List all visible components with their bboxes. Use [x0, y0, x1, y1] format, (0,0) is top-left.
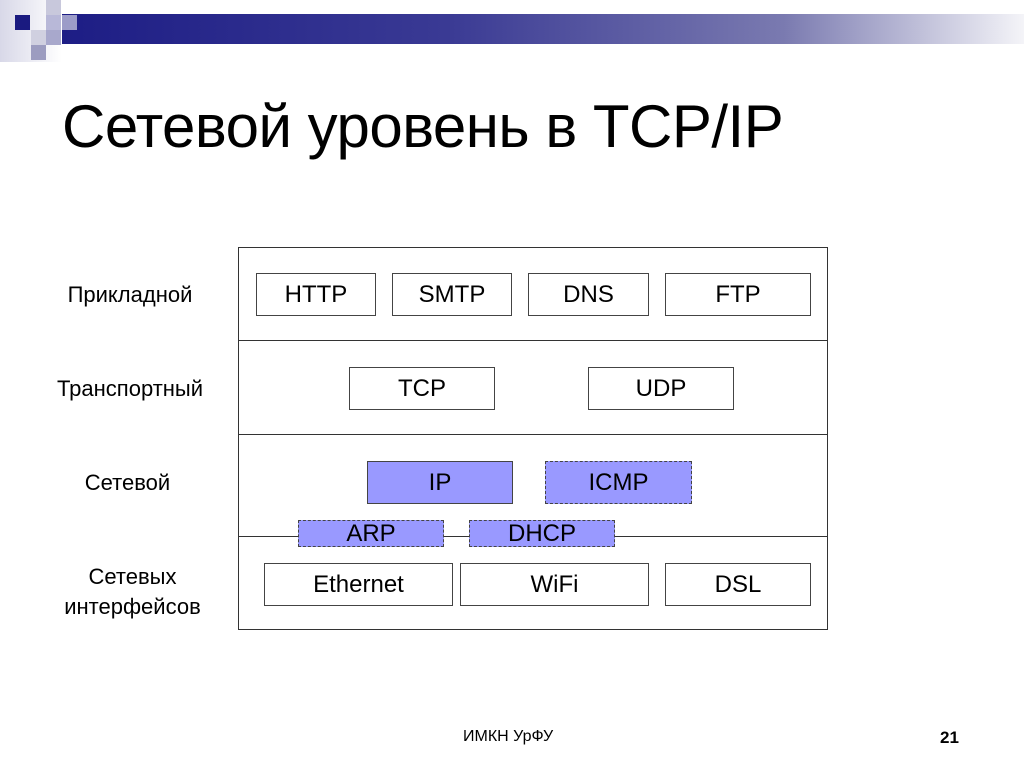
protocol-icmp: ICMP: [545, 461, 692, 504]
header-square: [46, 0, 61, 15]
protocol-ftp: FTP: [665, 273, 811, 316]
header-square: [62, 15, 77, 30]
footer-org: ИМКН УрФУ: [463, 728, 554, 745]
header-square: [31, 45, 46, 60]
layer-label-network: Сетевой: [84, 470, 171, 495]
header-bar: [62, 14, 1024, 44]
layer-label-link: Сетевых интерфейсов: [40, 562, 225, 622]
layer-divider: [238, 434, 828, 435]
protocol-udp: UDP: [588, 367, 734, 410]
protocol-ip: IP: [367, 461, 513, 504]
page-number: 21: [940, 728, 959, 747]
protocol-tcp: TCP: [349, 367, 495, 410]
layer-divider: [238, 340, 828, 341]
protocol-ethernet: Ethernet: [264, 563, 453, 606]
protocol-smtp: SMTP: [392, 273, 512, 316]
header-square: [46, 30, 61, 45]
layer-label-link-line1: Сетевых: [88, 564, 177, 589]
slide-title: Сетевой уровень в TCP/IP: [62, 93, 784, 160]
header-square: [15, 15, 30, 30]
protocol-dsl: DSL: [665, 563, 811, 606]
protocol-http: HTTP: [256, 273, 376, 316]
protocol-dhcp: DHCP: [469, 520, 615, 547]
header-square: [46, 15, 61, 30]
protocol-dns: DNS: [528, 273, 649, 316]
layer-label-application: Прикладной: [67, 282, 193, 307]
layer-label-transport: Транспортный: [56, 376, 204, 401]
layer-label-link-line2: интерфейсов: [64, 594, 201, 619]
protocol-wifi: WiFi: [460, 563, 649, 606]
header-square: [31, 30, 46, 45]
protocol-arp: ARP: [298, 520, 444, 547]
